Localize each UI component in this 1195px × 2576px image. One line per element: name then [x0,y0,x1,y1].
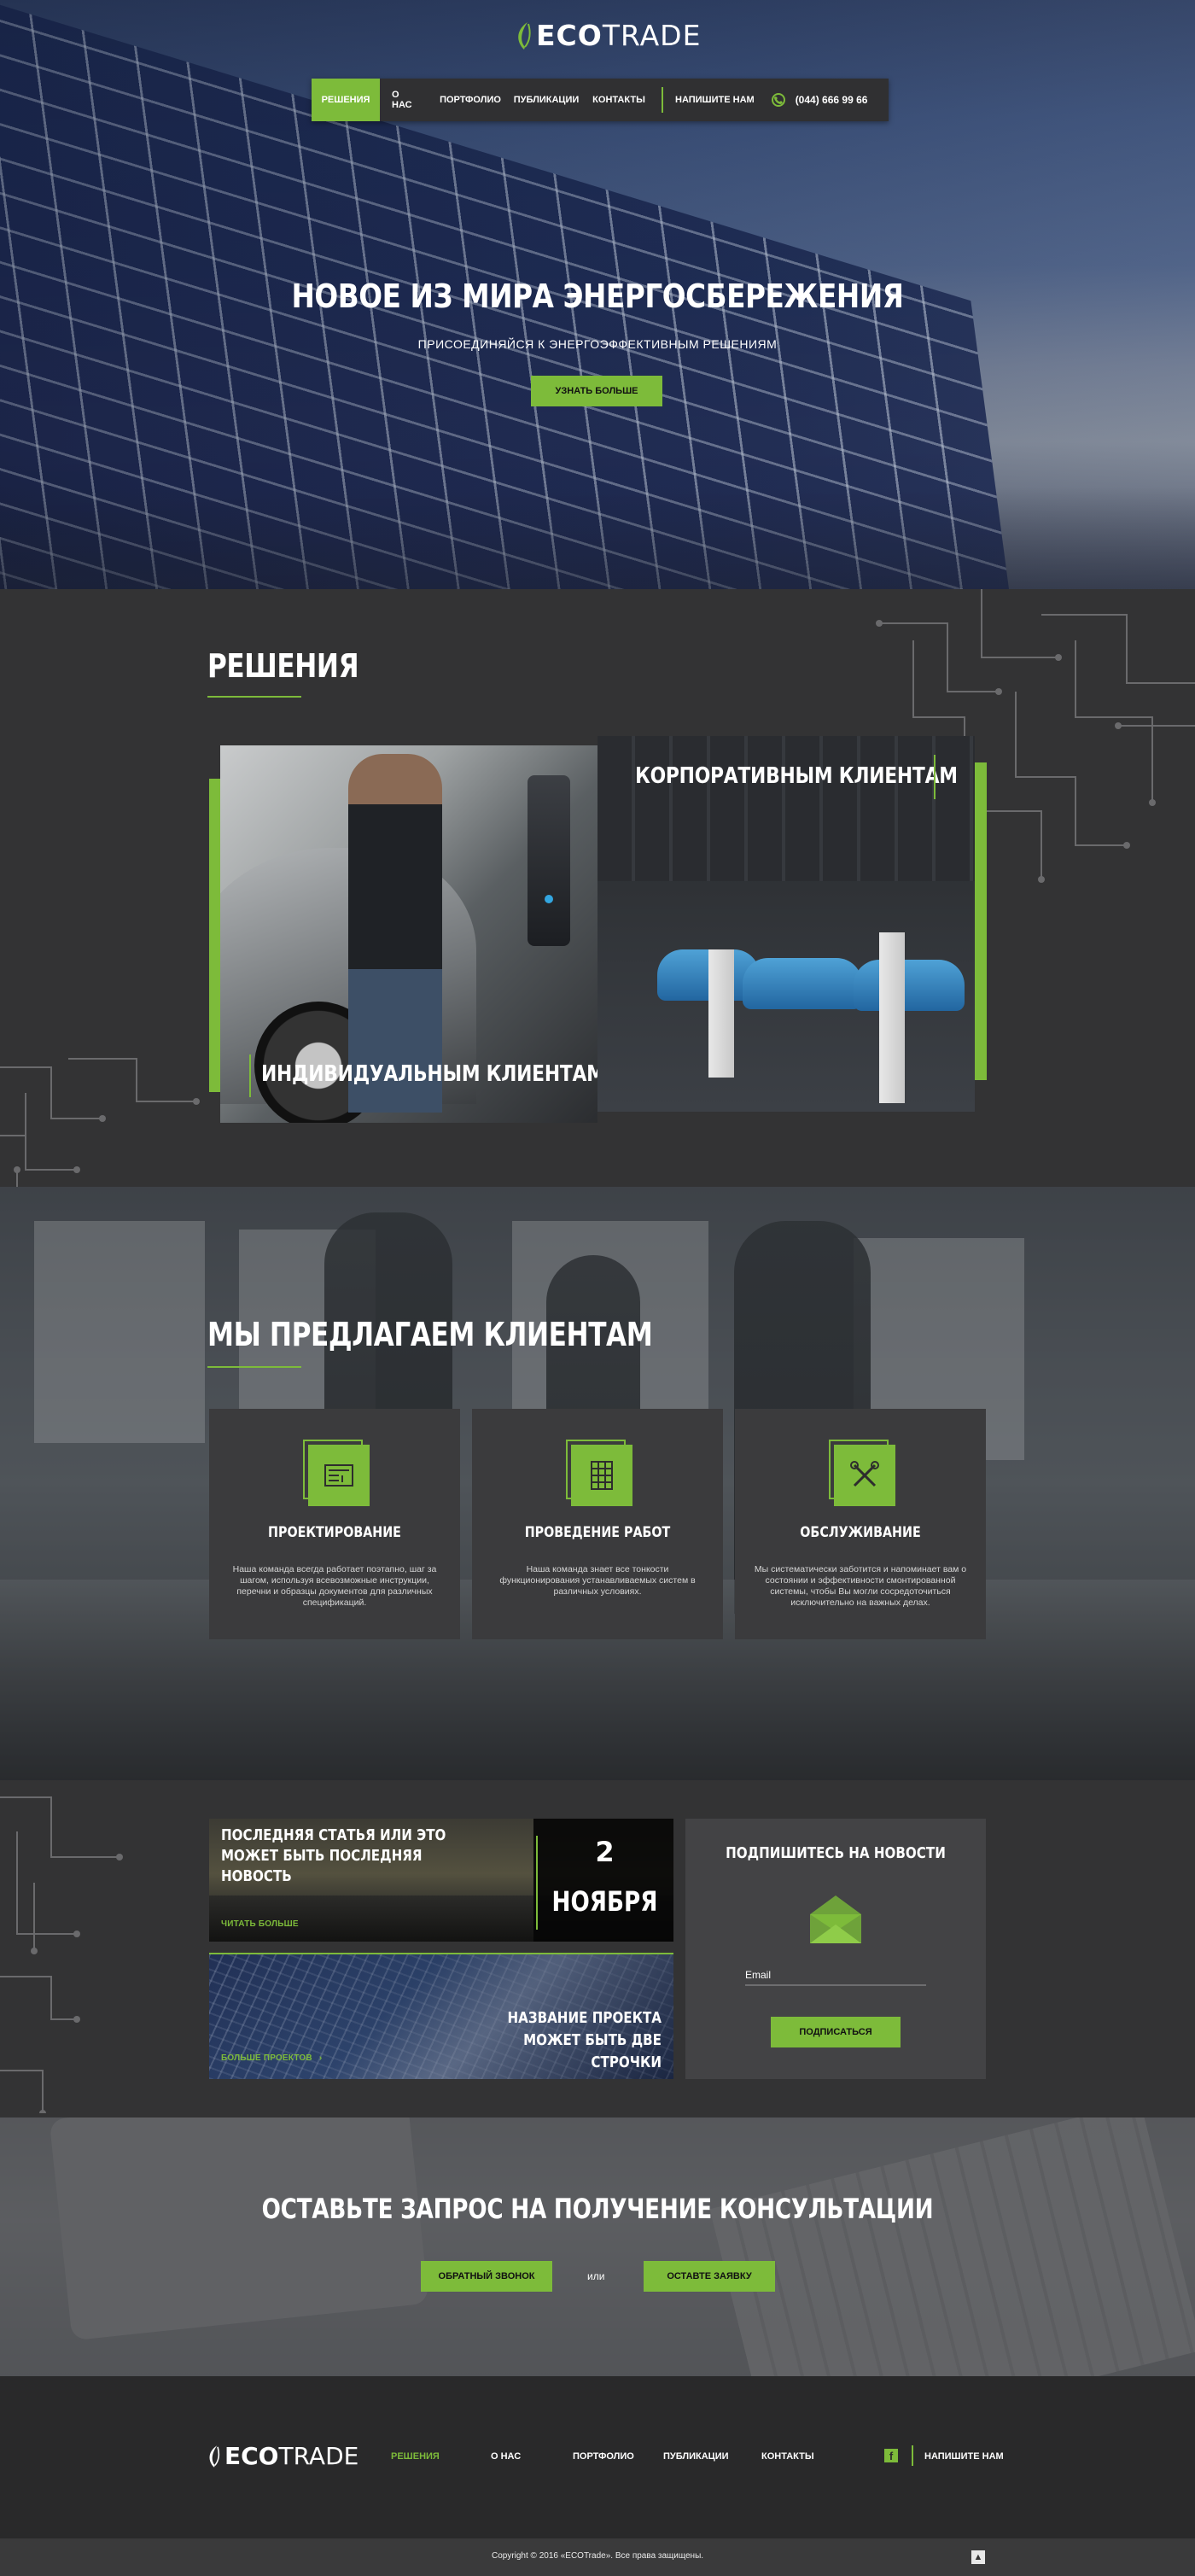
solar-panel-icon [571,1445,632,1506]
leaf-icon [209,2445,220,2468]
card-left-accent [209,779,221,1092]
individual-clients-label: ИНДИВИДУАЛЬНЫМ КЛИЕНТАМ [261,1061,598,1087]
copyright-text: Copyright © 2016 «ECOTrade». Все права з… [491,2551,704,2561]
offer-card-title: ПРОЕКТИРОВАНИЕ [268,1524,401,1541]
footer-nav-portfolio[interactable]: ПОРТФОЛИО [573,2451,634,2462]
footer-nav-publications[interactable]: ПУБЛИКАЦИИ [663,2451,729,2462]
nav-item-about[interactable]: О НАС [380,79,433,121]
offer-card-text: Наша команда знает все тонкости функцион… [499,1564,696,1597]
hero-subtitle: ПРИСОЕДИНЯЙСЯ К ЭНЕРГОЭФФЕКТИВНЫМ РЕШЕНИ… [417,337,778,351]
charging-post-image [708,949,734,1078]
learn-more-button[interactable]: УЗНАТЬ БОЛЬШЕ [531,376,662,406]
footer-logo-trade: TRADE [278,2442,359,2470]
nav-item-publications[interactable]: ПУБЛИКАЦИИ [508,79,585,121]
or-label: или [587,2270,605,2282]
nav-divider [662,87,663,113]
offer-title-underline [207,1366,301,1368]
nav-item-contacts[interactable]: КОНТАКТЫ [585,79,653,121]
nav-item-solutions[interactable]: РЕШЕНИЯ [312,79,380,121]
offer-card-design: ПРОЕКТИРОВАНИЕ Наша команда всегда работ… [209,1409,460,1639]
footer-logo[interactable]: ECO TRADE [207,2442,358,2470]
callback-button[interactable]: ОБРАТНЫЙ ЗВОНОК [421,2261,552,2292]
footer-logo-eco: ECO [224,2442,279,2470]
offer-title: МЫ ПРЕДЛАГАЕМ КЛИЕНТАМ [207,1316,653,1353]
offer-card-title: ОБСЛУЖИВАНИЕ [800,1524,921,1541]
solutions-title: РЕШЕНИЯ [207,647,359,685]
car-image [743,958,862,1009]
corporate-label-bar [934,755,936,799]
offer-card-text: Мы систематически заботится и напоминает… [754,1564,967,1608]
card-right-accent [975,762,987,1080]
scroll-top-icon[interactable]: ▲ [971,2550,985,2564]
car-image [854,960,965,1011]
hero-title: НОВОЕ ИЗ МИРА ЭНЕРГОСБЕРЕЖЕНИЯ [291,277,904,315]
article-title: ПОСЛЕДНЯЯ СТАТЬЯ ИЛИ ЭТО МОЖЕТ БЫТЬ ПОСЛ… [221,1826,446,1885]
footer-nav-contacts[interactable]: КОНТАКТЫ [761,2451,814,2462]
envelope-icon [810,1895,861,1943]
nav-write-us[interactable]: НАПИШИТЕ НАМ [672,79,758,121]
date-day: 2 [595,1836,615,1868]
offer-card-text: Наша команда всегда работает поэтапно, ш… [232,1564,437,1608]
logo-trade-text: TRADE [602,19,702,52]
man-image [348,754,442,1113]
footer-divider [912,2445,913,2466]
subscribe-panel: ПОДПИШИТЕСЬ НА НОВОСТИ Email ПОДПИСАТЬСЯ [685,1819,986,2079]
circuit-decoration-left [0,1058,200,1187]
date-month: НОЯБРЯ [551,1885,658,1918]
hero-section: ECO TRADE РЕШЕНИЯ О НАС ПОРТФОЛИО ПУБЛИК… [0,0,1195,589]
main-nav: РЕШЕНИЯ О НАС ПОРТФОЛИО ПУБЛИКАЦИИ КОНТА… [312,79,889,121]
offer-card-works: ПРОВЕДЕНИЕ РАБОТ Наша команда знает все … [472,1409,723,1639]
project-title: НАЗВАНИЕ ПРОЕКТА МОЖЕТ БЫТЬ ДВЕ СТРОЧКИ [507,2009,662,2071]
footer-write-us[interactable]: НАПИШИТЕ НАМ [924,2451,1004,2462]
corporate-clients-label: КОРПОРАТИВНЫМ КЛИЕНТАМ [635,763,958,789]
latest-article-card[interactable]: ПОСЛЕДНЯЯ СТАТЬЯ ИЛИ ЭТО МОЖЕТ БЫТЬ ПОСЛ… [209,1819,673,1942]
request-button[interactable]: ОСТАВТЕ ЗАЯВКУ [644,2261,775,2292]
chevron-right-icon: › [318,2053,323,2063]
consultation-title: ОСТАВЬТЕ ЗАПРОС НА ПОЛУЧЕНИЕ КОНСУЛЬТАЦИ… [261,2193,934,2225]
logo-eco-text: ECO [536,19,603,52]
phone-icon [771,93,785,107]
footer-nav-about[interactable]: О НАС [491,2451,521,2462]
email-label: Email [745,1969,772,1981]
facebook-icon[interactable]: f [884,2449,898,2462]
blueprint-icon [308,1445,370,1506]
phone-number: (044) 666 99 66 [795,94,868,106]
email-field[interactable] [745,1984,926,1986]
more-projects-label: БОЛЬШЕ ПРОЕКТОВ [221,2053,312,2063]
footer-nav-solutions[interactable]: РЕШЕНИЯ [391,2451,440,2462]
solutions-title-underline [207,696,301,698]
tools-icon [834,1445,895,1506]
nav-phone[interactable]: (044) 666 99 66 [771,93,868,107]
individual-clients-card[interactable]: ИНДИВИДУАЛЬНЫМ КЛИЕНТАМ [220,745,598,1123]
charger-image [528,775,570,946]
copyright-bar: Copyright © 2016 «ECOTrade». Все права з… [0,2538,1195,2576]
more-projects-link[interactable]: БОЛЬШЕ ПРОЕКТОВ › [221,2053,322,2063]
circuit-decoration-left [0,1796,123,2113]
leaf-icon [518,21,531,50]
offer-card-service: ОБСЛУЖИВАНИЕ Мы систематически заботится… [735,1409,986,1639]
offer-card-title: ПРОВЕДЕНИЕ РАБОТ [524,1524,671,1541]
project-card[interactable]: НАЗВАНИЕ ПРОЕКТА МОЖЕТ БЫТЬ ДВЕ СТРОЧКИ … [209,1954,673,2079]
read-more-link[interactable]: ЧИТАТЬ БОЛЬШЕ [221,1919,299,1929]
corporate-clients-card[interactable]: КОРПОРАТИВНЫМ КЛИЕНТАМ [598,736,975,1112]
logo[interactable]: ECO TRADE [516,19,701,52]
subscribe-button[interactable]: ПОДПИСАТЬСЯ [771,2017,901,2047]
nav-item-portfolio[interactable]: ПОРТФОЛИО [433,79,508,121]
subscribe-title: ПОДПИШИТЕСЬ НА НОВОСТИ [726,1844,946,1862]
individual-label-bar [249,1054,251,1097]
page: ECO TRADE РЕШЕНИЯ О НАС ПОРТФОЛИО ПУБЛИК… [0,0,1195,2576]
parking-ceiling-image [598,736,975,881]
consultation-section [0,2117,1195,2376]
charging-post-image [879,932,905,1103]
